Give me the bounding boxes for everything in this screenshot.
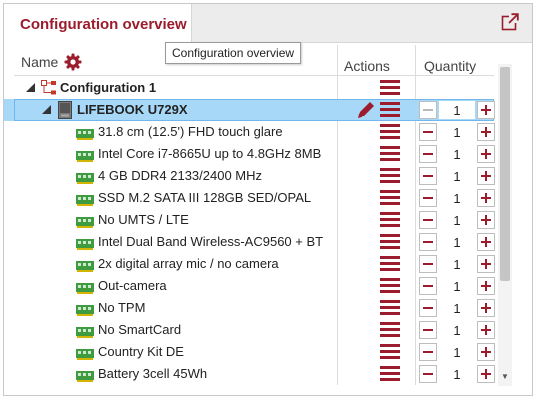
scrollbar-thumb[interactable] (500, 67, 510, 281)
decrease-quantity-button[interactable] (419, 211, 437, 229)
component-label: No UMTS / LTE (98, 212, 189, 227)
tree-row-component[interactable]: No SmartCard (4, 319, 495, 341)
decrease-quantity-button[interactable] (419, 255, 437, 273)
actions-menu-icon[interactable] (380, 212, 400, 229)
increase-quantity-button[interactable] (477, 365, 495, 383)
decrease-quantity-button[interactable] (419, 321, 437, 339)
actions-menu-icon[interactable] (380, 168, 400, 185)
column-quantity-header: Quantity (424, 58, 477, 74)
actions-menu-icon[interactable] (380, 366, 400, 383)
decrease-quantity-button[interactable] (419, 299, 437, 317)
quantity-input[interactable] (439, 321, 475, 339)
increase-quantity-button[interactable] (477, 299, 495, 317)
increase-quantity-button[interactable] (477, 145, 495, 163)
quantity-input[interactable] (439, 365, 475, 383)
column-actions-header: Actions (344, 58, 390, 74)
quantity-input[interactable] (439, 277, 475, 295)
component-label: Country Kit DE (98, 344, 184, 359)
actions-menu-icon[interactable] (380, 146, 400, 163)
product-label: LIFEBOOK U729X (77, 102, 188, 117)
scroll-down-arrow-icon[interactable]: ▼ (501, 372, 509, 381)
decrease-quantity-button[interactable] (419, 365, 437, 383)
increase-quantity-button[interactable] (477, 167, 495, 185)
tab-configuration-overview[interactable]: Configuration overview (4, 4, 192, 43)
configuration-tree-icon (41, 80, 57, 101)
actions-menu-icon[interactable] (380, 322, 400, 339)
component-label: 4 GB DDR4 2133/2400 MHz (98, 168, 263, 183)
edit-pencil-icon[interactable] (356, 101, 376, 119)
quantity-input[interactable] (439, 211, 475, 229)
quantity-input[interactable] (439, 145, 475, 163)
tree-row-component[interactable]: SSD M.2 SATA III 128GB SED/OPAL (4, 187, 495, 209)
tree-row-product[interactable]: LIFEBOOK U729X (4, 99, 495, 121)
decrease-quantity-button[interactable] (419, 277, 437, 295)
component-label: SSD M.2 SATA III 128GB SED/OPAL (98, 190, 312, 205)
component-label: Out-camera (98, 278, 167, 293)
quantity-input[interactable] (439, 343, 475, 361)
decrease-quantity-button[interactable] (419, 167, 437, 185)
component-label: Battery 3cell 45Wh (98, 366, 208, 381)
actions-menu-icon[interactable] (380, 124, 400, 141)
quantity-input[interactable] (439, 167, 475, 185)
tooltip: Configuration overview (165, 42, 302, 64)
tree-row-component[interactable]: Intel Core i7-8665U up to 4.8GHz 8MB (4, 143, 495, 165)
expand-caret-icon[interactable] (42, 105, 51, 114)
tree-row-component[interactable]: 2x digital array mic / no camera (4, 253, 495, 275)
external-link-icon[interactable] (501, 13, 519, 31)
configuration-label: Configuration 1 (60, 80, 157, 95)
quantity-input[interactable] (439, 101, 475, 119)
increase-quantity-button[interactable] (477, 255, 495, 273)
component-label: No SmartCard (98, 322, 182, 337)
quantity-input[interactable] (439, 299, 475, 317)
actions-menu-icon[interactable] (380, 102, 400, 119)
header-divider (14, 75, 494, 76)
configuration-panel: Configuration overview Configuration ove… (3, 3, 533, 396)
decrease-quantity-button[interactable] (419, 123, 437, 141)
decrease-quantity-button[interactable] (419, 343, 437, 361)
actions-menu-icon[interactable] (380, 300, 400, 317)
quantity-input[interactable] (439, 123, 475, 141)
increase-quantity-button[interactable] (477, 233, 495, 251)
tree-row-component[interactable]: 4 GB DDR4 2133/2400 MHz (4, 165, 495, 187)
decrease-quantity-button[interactable] (419, 101, 437, 119)
gear-icon[interactable] (64, 53, 82, 71)
tab-bar: Configuration overview (4, 4, 532, 43)
expand-caret-icon[interactable] (26, 83, 35, 92)
actions-menu-icon[interactable] (380, 278, 400, 295)
tree-row-component[interactable]: Out-camera (4, 275, 495, 297)
component-label: Intel Dual Band Wireless-AC9560 + BT (98, 234, 324, 249)
increase-quantity-button[interactable] (477, 343, 495, 361)
quantity-input[interactable] (439, 255, 475, 273)
actions-menu-icon[interactable] (380, 190, 400, 207)
actions-menu-icon[interactable] (380, 234, 400, 251)
component-chip-icon (76, 369, 94, 387)
tree-row-component[interactable]: No UMTS / LTE (4, 209, 495, 231)
tree-row-component[interactable]: 31.8 cm (12.5') FHD touch glare (4, 121, 495, 143)
component-label: No TPM (98, 300, 146, 315)
component-label: 2x digital array mic / no camera (98, 256, 279, 271)
tree-row-component[interactable]: Intel Dual Band Wireless-AC9560 + BT (4, 231, 495, 253)
increase-quantity-button[interactable] (477, 123, 495, 141)
decrease-quantity-button[interactable] (419, 189, 437, 207)
increase-quantity-button[interactable] (477, 101, 495, 119)
actions-menu-icon[interactable] (380, 256, 400, 273)
increase-quantity-button[interactable] (477, 321, 495, 339)
tree-row-component[interactable]: Battery 3cell 45Wh (4, 363, 495, 387)
increase-quantity-button[interactable] (477, 277, 495, 295)
increase-quantity-button[interactable] (477, 189, 495, 207)
component-label: 31.8 cm (12.5') FHD touch glare (98, 124, 283, 139)
tree-row-configuration[interactable]: Configuration 1 (4, 77, 494, 99)
tree-row-component[interactable]: Country Kit DE (4, 341, 495, 363)
tree-row-component[interactable]: No TPM (4, 297, 495, 319)
actions-menu-icon[interactable] (380, 80, 400, 97)
column-name-header[interactable]: Name (21, 54, 58, 70)
quantity-input[interactable] (439, 189, 475, 207)
increase-quantity-button[interactable] (477, 211, 495, 229)
tab-label: Configuration overview (20, 16, 187, 33)
actions-menu-icon[interactable] (380, 344, 400, 361)
decrease-quantity-button[interactable] (419, 145, 437, 163)
quantity-input[interactable] (439, 233, 475, 251)
decrease-quantity-button[interactable] (419, 233, 437, 251)
component-label: Intel Core i7-8665U up to 4.8GHz 8MB (98, 146, 322, 161)
